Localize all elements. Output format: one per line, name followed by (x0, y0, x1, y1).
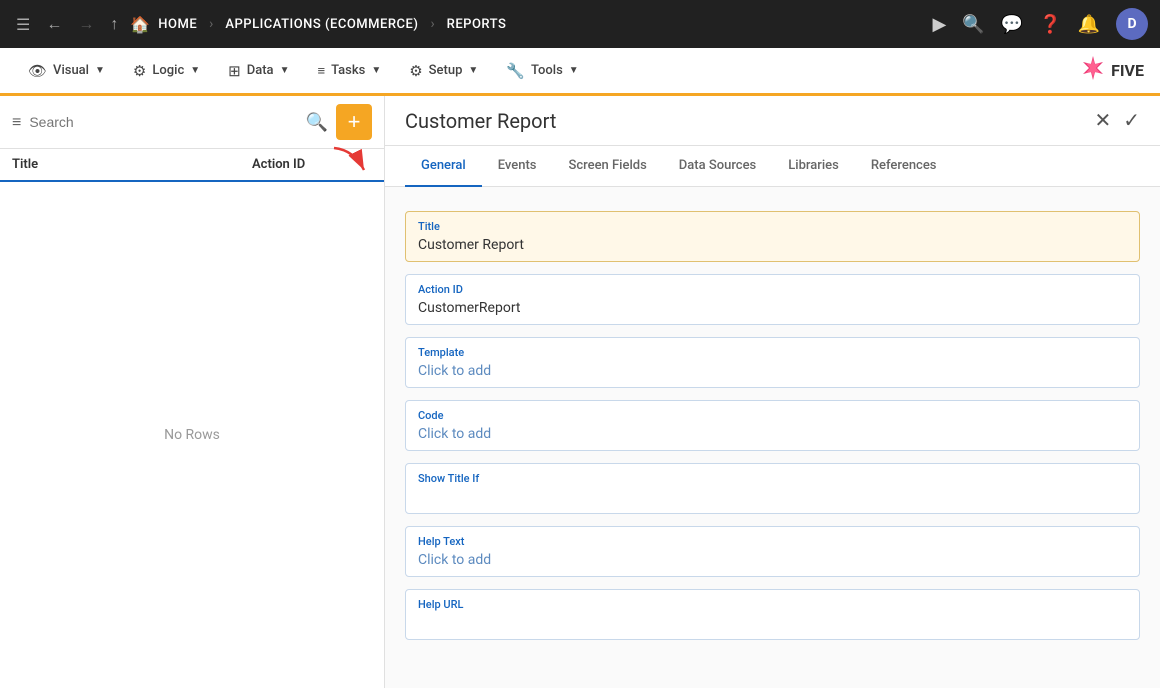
nav-logic[interactable]: ⚙ Logic ▼ (121, 56, 212, 86)
second-nav: 👁 Visual ▼ ⚙ Logic ▼ ⊞ Data ▼ ≡ Tasks ▼ … (0, 48, 1160, 96)
setup-dropdown-icon: ▼ (468, 65, 478, 76)
visual-dropdown-icon: ▼ (95, 65, 105, 76)
field-code[interactable]: Code Click to add (405, 400, 1140, 451)
five-logo-star (1079, 54, 1107, 88)
add-button[interactable]: + (336, 104, 372, 140)
nav-tools-label: Tools (531, 63, 563, 78)
right-panel: Customer Report ✕ ✓ General Events Scree… (385, 96, 1160, 688)
search-nav-icon[interactable]: 🔍 (962, 14, 984, 35)
field-code-label: Code (418, 409, 1127, 422)
field-template-value: Click to add (418, 363, 1127, 379)
tasks-dropdown-icon: ▼ (371, 65, 381, 76)
top-nav-right: ▶ 🔍 💬 ❓ 🔔 D (932, 8, 1148, 40)
avatar[interactable]: D (1116, 8, 1148, 40)
five-logo: FIVE (1079, 54, 1144, 88)
field-help-url-value (418, 615, 1127, 631)
left-panel: ≡ 🔍 + Title Action ID No Rows (0, 96, 385, 688)
search-input[interactable] (29, 114, 297, 130)
nav-visual-label: Visual (53, 63, 89, 78)
main-layout: ≡ 🔍 + Title Action ID No Rows (0, 96, 1160, 688)
confirm-button[interactable]: ✓ (1123, 108, 1140, 133)
field-title-label: Title (418, 220, 1127, 233)
field-help-url[interactable]: Help URL (405, 589, 1140, 640)
tabs: General Events Screen Fields Data Source… (385, 146, 1160, 187)
search-icon[interactable]: 🔍 (306, 112, 328, 133)
setup-icon: ⚙ (409, 62, 422, 80)
empty-message: No Rows (164, 427, 220, 443)
table-header: Title Action ID (0, 149, 384, 182)
header-actions: ✕ ✓ (1094, 108, 1140, 133)
up-icon[interactable]: ↑ (106, 10, 122, 38)
tab-screen-fields[interactable]: Screen Fields (552, 146, 662, 187)
data-dropdown-icon: ▼ (280, 65, 290, 76)
reports-link[interactable]: REPORTS (447, 17, 507, 32)
chat-icon[interactable]: 💬 (1001, 14, 1023, 35)
field-action-id-label: Action ID (418, 283, 1127, 296)
tools-icon: 🔧 (506, 62, 525, 80)
field-action-id-value: CustomerReport (418, 300, 1127, 316)
col-title: Title (12, 157, 252, 172)
field-help-url-label: Help URL (418, 598, 1127, 611)
nav-data[interactable]: ⊞ Data ▼ (216, 56, 301, 86)
tab-events[interactable]: Events (482, 146, 553, 187)
tab-data-sources[interactable]: Data Sources (663, 146, 772, 187)
field-show-title-if[interactable]: Show Title If (405, 463, 1140, 514)
help-icon[interactable]: ❓ (1039, 14, 1061, 35)
search-bar: ≡ 🔍 + (0, 96, 384, 149)
field-template-label: Template (418, 346, 1127, 359)
apps-link[interactable]: APPLICATIONS (ECOMMERCE) (225, 17, 418, 32)
nav-setup[interactable]: ⚙ Setup ▼ (397, 56, 490, 86)
nav-tasks-label: Tasks (331, 63, 365, 78)
tab-references[interactable]: References (855, 146, 953, 187)
sep2: › (430, 16, 434, 32)
field-title[interactable]: Title Customer Report (405, 211, 1140, 262)
data-icon: ⊞ (228, 62, 241, 80)
field-template[interactable]: Template Click to add (405, 337, 1140, 388)
col-action-id: Action ID (252, 157, 372, 172)
bell-icon[interactable]: 🔔 (1078, 14, 1100, 35)
field-help-text-value: Click to add (418, 552, 1127, 568)
table-body: No Rows (0, 182, 384, 688)
tab-general[interactable]: General (405, 146, 482, 187)
filter-icon[interactable]: ≡ (12, 112, 21, 132)
tab-libraries[interactable]: Libraries (772, 146, 855, 187)
nav-logic-label: Logic (152, 63, 184, 78)
logic-dropdown-icon: ▼ (190, 65, 200, 76)
menu-icon[interactable]: ☰ (12, 11, 34, 38)
field-help-text[interactable]: Help Text Click to add (405, 526, 1140, 577)
five-logo-text: FIVE (1111, 61, 1144, 80)
tools-dropdown-icon: ▼ (569, 65, 579, 76)
report-title: Customer Report (405, 109, 1094, 133)
nav-visual[interactable]: 👁 Visual ▼ (16, 56, 117, 86)
form-area: Title Customer Report Action ID Customer… (385, 187, 1160, 688)
report-header: Customer Report ✕ ✓ (385, 96, 1160, 146)
play-icon[interactable]: ▶ (932, 14, 946, 35)
nav-data-label: Data (247, 63, 274, 78)
back-icon[interactable]: ← (42, 10, 66, 38)
field-title-value: Customer Report (418, 237, 1127, 253)
field-help-text-label: Help Text (418, 535, 1127, 548)
forward-icon[interactable]: → (74, 10, 98, 38)
field-code-value: Click to add (418, 426, 1127, 442)
visual-icon: 👁 (28, 62, 47, 80)
nav-tasks[interactable]: ≡ Tasks ▼ (305, 57, 393, 85)
nav-tools[interactable]: 🔧 Tools ▼ (494, 56, 590, 86)
logic-icon: ⚙ (133, 62, 146, 80)
field-action-id[interactable]: Action ID CustomerReport (405, 274, 1140, 325)
field-show-title-value (418, 489, 1127, 505)
top-nav: ☰ ← → ↑ 🏠 HOME › APPLICATIONS (ECOMMERCE… (0, 0, 1160, 48)
tasks-icon: ≡ (317, 63, 325, 79)
home-link[interactable]: HOME (158, 17, 197, 32)
nav-setup-label: Setup (429, 63, 463, 78)
field-show-title-label: Show Title If (418, 472, 1127, 485)
sep1: › (209, 16, 213, 32)
close-button[interactable]: ✕ (1094, 108, 1111, 133)
